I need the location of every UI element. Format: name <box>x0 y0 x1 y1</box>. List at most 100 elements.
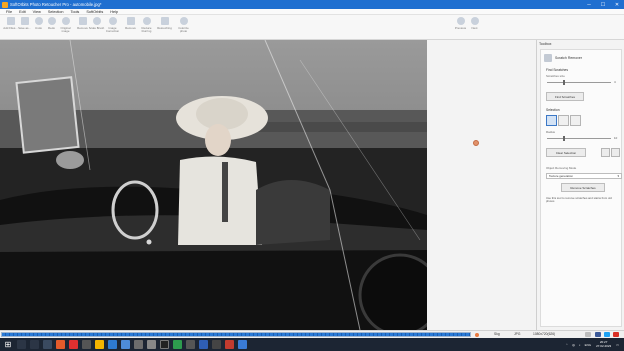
image-canvas[interactable] <box>0 40 536 330</box>
scratch-remover-panel: Scratch Remover Find Scratches Scratches… <box>540 49 622 327</box>
menu-file[interactable]: File <box>6 10 12 14</box>
scratch-remover-icon <box>544 54 552 62</box>
status-zoom: Skg <box>494 332 500 336</box>
colorize-photo-button[interactable]: Colorize photo <box>176 17 191 39</box>
lasso-select-icon[interactable] <box>558 115 569 126</box>
app-icon-2[interactable] <box>134 340 143 349</box>
colorize-icon <box>179 17 188 25</box>
menu-help[interactable]: Help <box>110 10 118 14</box>
app-icon-6[interactable] <box>186 340 195 349</box>
find-scratches-heading: Find Scratches <box>546 68 568 72</box>
find-scratches-button[interactable]: Find Scratches <box>546 92 584 101</box>
app-icon-4[interactable] <box>160 340 169 349</box>
network-icon[interactable]: ◍ <box>572 343 575 347</box>
radius-slider[interactable] <box>547 136 611 141</box>
menu-edit[interactable]: Edit <box>19 10 26 14</box>
retouching-button[interactable]: Retouching <box>157 17 172 39</box>
status-bar: Skg JPG 1080x720(626) <box>0 330 624 338</box>
clear-selection-button[interactable]: Clear Selection <box>546 148 586 157</box>
image-correction-icon <box>108 17 117 25</box>
original-image-button[interactable]: Original image <box>58 17 73 39</box>
task-view-icon[interactable] <box>30 340 39 349</box>
menu-softorbits[interactable]: SoftOrbits <box>86 10 103 14</box>
tray-chevron-icon[interactable]: ⌃ <box>566 343 569 347</box>
radius-thumb[interactable] <box>563 136 565 141</box>
app-icon-3[interactable] <box>147 340 156 349</box>
tool-hint: Use this tool to remove scratches and st… <box>546 196 612 204</box>
invert-selection-icon[interactable] <box>601 148 610 157</box>
scratches-size-label: Scratches size <box>546 74 565 78</box>
radius-label: Radius <box>546 130 555 134</box>
status-format: JPG <box>514 332 521 336</box>
redo-icon <box>47 17 56 25</box>
grid-selection-icon[interactable] <box>611 148 620 157</box>
removing-mode-label: Object Removing Mode <box>546 166 577 170</box>
mail-icon[interactable] <box>108 340 117 349</box>
toolbox-panel: Toolbox Scratch Remover Find Scratches S… <box>536 40 624 330</box>
minimize-button[interactable]: ─ <box>582 0 596 9</box>
status-dimensions: 1080x720(626) <box>533 332 556 336</box>
system-clock[interactable]: 20:27 27.02.2023 <box>596 340 611 348</box>
app-icon-7[interactable] <box>199 340 208 349</box>
status-indicator-icon <box>475 333 479 337</box>
app-icon-9[interactable] <box>225 340 234 349</box>
menu-tools[interactable]: Tools <box>70 10 79 14</box>
radius-value: 10 <box>614 136 618 140</box>
menu-selection[interactable]: Selection <box>48 10 64 14</box>
scale-brush-button[interactable]: Scale Brush <box>89 17 104 39</box>
scratches-size-thumb[interactable] <box>563 80 565 85</box>
tray-language[interactable]: ENG <box>585 343 592 347</box>
photo-retoucher-taskbar-icon[interactable] <box>238 340 247 349</box>
retouching-icon <box>160 17 169 25</box>
windows-taskbar: ⊞ ⌃ ◍ ◖ ENG 20:27 27.02.2023 ▭ <box>0 338 624 351</box>
app-icon-1[interactable] <box>82 340 91 349</box>
reduce-blurring-button[interactable]: Reduce blurring <box>139 17 154 39</box>
start-windows-icon[interactable]: ⊞ <box>3 340 13 349</box>
brush-select-icon[interactable] <box>546 115 557 126</box>
system-tray: ⌃ ◍ ◖ ENG 20:27 27.02.2023 ▭ <box>564 338 621 351</box>
explorer-icon[interactable] <box>95 340 104 349</box>
selection-tools <box>546 115 582 126</box>
next-icon <box>470 17 479 25</box>
image-correction-button[interactable]: Image Correction <box>105 17 120 39</box>
opera-icon[interactable] <box>69 340 78 349</box>
title-bar: SoftOrbits Photo Retoucher Pro - automob… <box>0 0 624 9</box>
scratches-size-value: 4 <box>614 80 616 84</box>
app-icon-8[interactable] <box>212 340 221 349</box>
search-icon[interactable] <box>17 340 26 349</box>
next-button[interactable]: Next <box>467 17 482 39</box>
toolbox-title: Toolbox <box>539 42 552 46</box>
remove-object-button[interactable]: Remove <box>123 17 138 39</box>
photo-automobile[interactable] <box>0 40 427 330</box>
close-button[interactable]: ✕ <box>610 0 624 9</box>
widgets-icon[interactable] <box>43 340 52 349</box>
chevron-down-icon: ▾ <box>617 174 619 178</box>
remove-icon <box>78 17 87 25</box>
facebook-icon[interactable] <box>595 332 601 337</box>
notifications-icon[interactable]: ▭ <box>616 343 619 347</box>
twitter-icon[interactable] <box>604 332 610 337</box>
volume-icon[interactable]: ◖ <box>579 343 581 347</box>
firefox-icon[interactable] <box>56 340 65 349</box>
add-file-icon <box>6 17 15 25</box>
scratches-size-slider[interactable] <box>547 80 611 85</box>
youtube-icon[interactable] <box>613 332 619 337</box>
app-logo-icon <box>2 1 8 8</box>
save-icon <box>20 17 29 25</box>
menu-view[interactable]: View <box>33 10 41 14</box>
window-title: SoftOrbits Photo Retoucher Pro - automob… <box>10 2 102 7</box>
rect-select-icon[interactable] <box>570 115 581 126</box>
app-icon-5[interactable] <box>173 340 182 349</box>
maximize-button[interactable]: ☐ <box>596 0 610 9</box>
progress-fill <box>2 333 470 336</box>
previous-icon <box>456 17 465 25</box>
fit-view-icon[interactable] <box>585 332 591 337</box>
removing-mode-select[interactable]: Texture generation ▾ <box>546 173 622 179</box>
store-icon[interactable] <box>121 340 130 349</box>
ribbon-toolbar: Add Files... Save as... Undo Redo Origin… <box>0 15 624 40</box>
scale-brush-icon <box>92 17 101 25</box>
tool-name: Scratch Remover <box>555 56 583 60</box>
tool-header: Scratch Remover <box>544 54 582 62</box>
remove-object-icon <box>126 17 135 25</box>
remove-scratches-button[interactable]: Remove Scratches <box>561 183 605 192</box>
